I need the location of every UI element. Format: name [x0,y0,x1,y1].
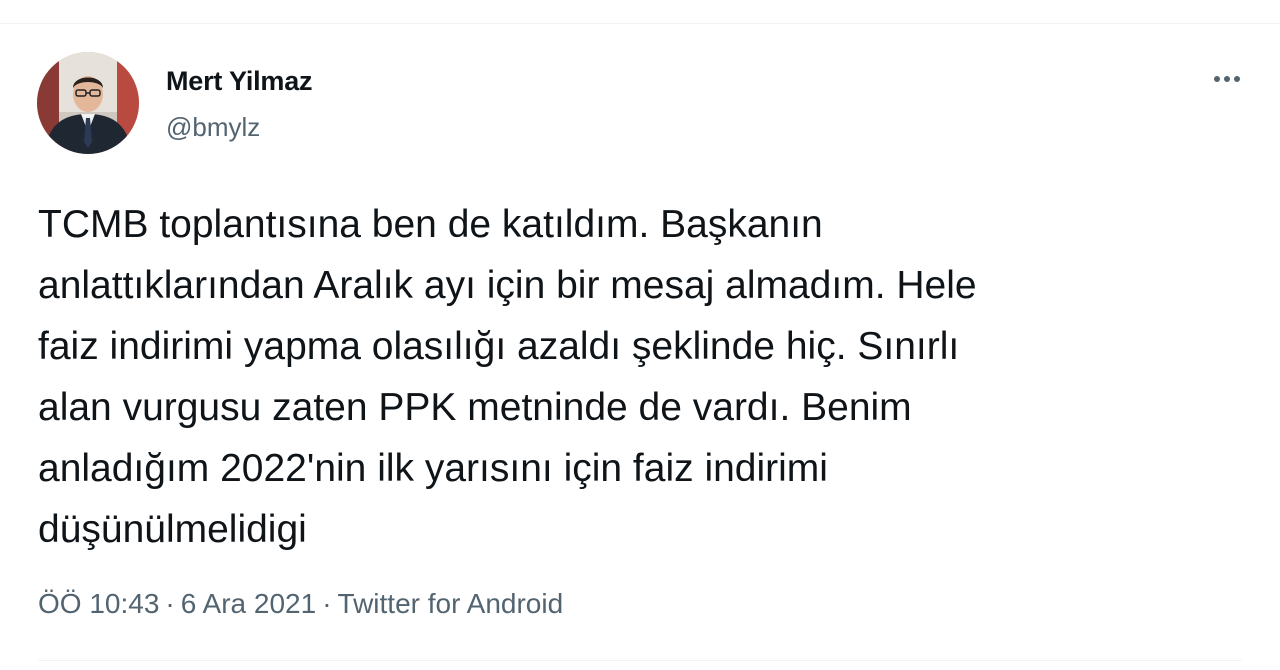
avatar[interactable] [37,52,139,154]
meta-separator: · [165,588,175,619]
tweet: Mert Yilmaz @bmylz TCMB toplantısına ben… [0,24,1280,670]
more-options-button[interactable] [1204,64,1250,94]
more-horizontal-icon-dot [1224,76,1230,82]
tweet-text: TCMB toplantısına ben de katıldım. Başka… [38,203,977,551]
tweet-time[interactable]: ÖÖ 10:43 [38,588,159,619]
author-handle[interactable]: @bmylz [166,112,260,143]
top-divider [0,0,1280,24]
bottom-divider [38,660,1242,661]
avatar-image [37,52,139,154]
tweet-date[interactable]: 6 Ara 2021 [181,588,316,619]
meta-separator: · [322,588,332,619]
more-horizontal-icon-dot [1234,76,1240,82]
tweet-metadata: ÖÖ 10:43 · 6 Ara 2021 · Twitter for Android [38,588,563,620]
author-display-name[interactable]: Mert Yilmaz [166,66,313,97]
tweet-source[interactable]: Twitter for Android [338,588,564,619]
more-horizontal-icon [1214,76,1220,82]
